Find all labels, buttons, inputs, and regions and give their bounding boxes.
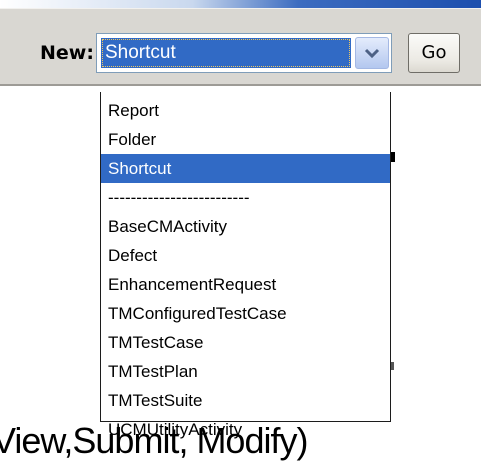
dropdown-option-ucmutilityactivity[interactable]: UCMUtilityActivity: [101, 415, 390, 444]
screen: New: Shortcut Go View,Submit, Modify) Re…: [0, 0, 481, 463]
dropdown-option-basecmactivity[interactable]: BaseCMActivity: [101, 212, 390, 241]
dropdown-option-tmtestcase[interactable]: TMTestCase: [101, 328, 390, 357]
dropdown-option-tmtestsuite[interactable]: TMTestSuite: [101, 386, 390, 415]
dropdown-separator: -------------------------: [108, 188, 250, 207]
background-mark: [391, 362, 394, 370]
new-item-toolbar: New: Shortcut Go: [0, 8, 481, 86]
new-type-select[interactable]: Shortcut: [96, 33, 392, 73]
dropdown-arrow-button[interactable]: [355, 37, 389, 69]
go-button[interactable]: Go: [408, 33, 460, 73]
chevron-down-icon: [364, 48, 380, 59]
top-gradient-strip: [0, 0, 481, 8]
dropdown-option-folder[interactable]: Folder: [101, 125, 390, 154]
dropdown-option-tmtestplan[interactable]: TMTestPlan: [101, 357, 390, 386]
dropdown-option-tmconfiguredtestcase[interactable]: TMConfiguredTestCase: [101, 299, 390, 328]
selected-value: Shortcut: [101, 38, 351, 68]
new-label: New:: [40, 42, 94, 64]
dropdown-list[interactable]: Report Folder Shortcut -----------------…: [100, 92, 391, 439]
dropdown-option-shortcut[interactable]: Shortcut: [101, 154, 390, 183]
dropdown-option-defect[interactable]: Defect: [101, 241, 390, 270]
dropdown-option-report[interactable]: Report: [101, 96, 390, 125]
dropdown-option-enhancementrequest[interactable]: EnhancementRequest: [101, 270, 390, 299]
background-mark: [391, 152, 395, 162]
